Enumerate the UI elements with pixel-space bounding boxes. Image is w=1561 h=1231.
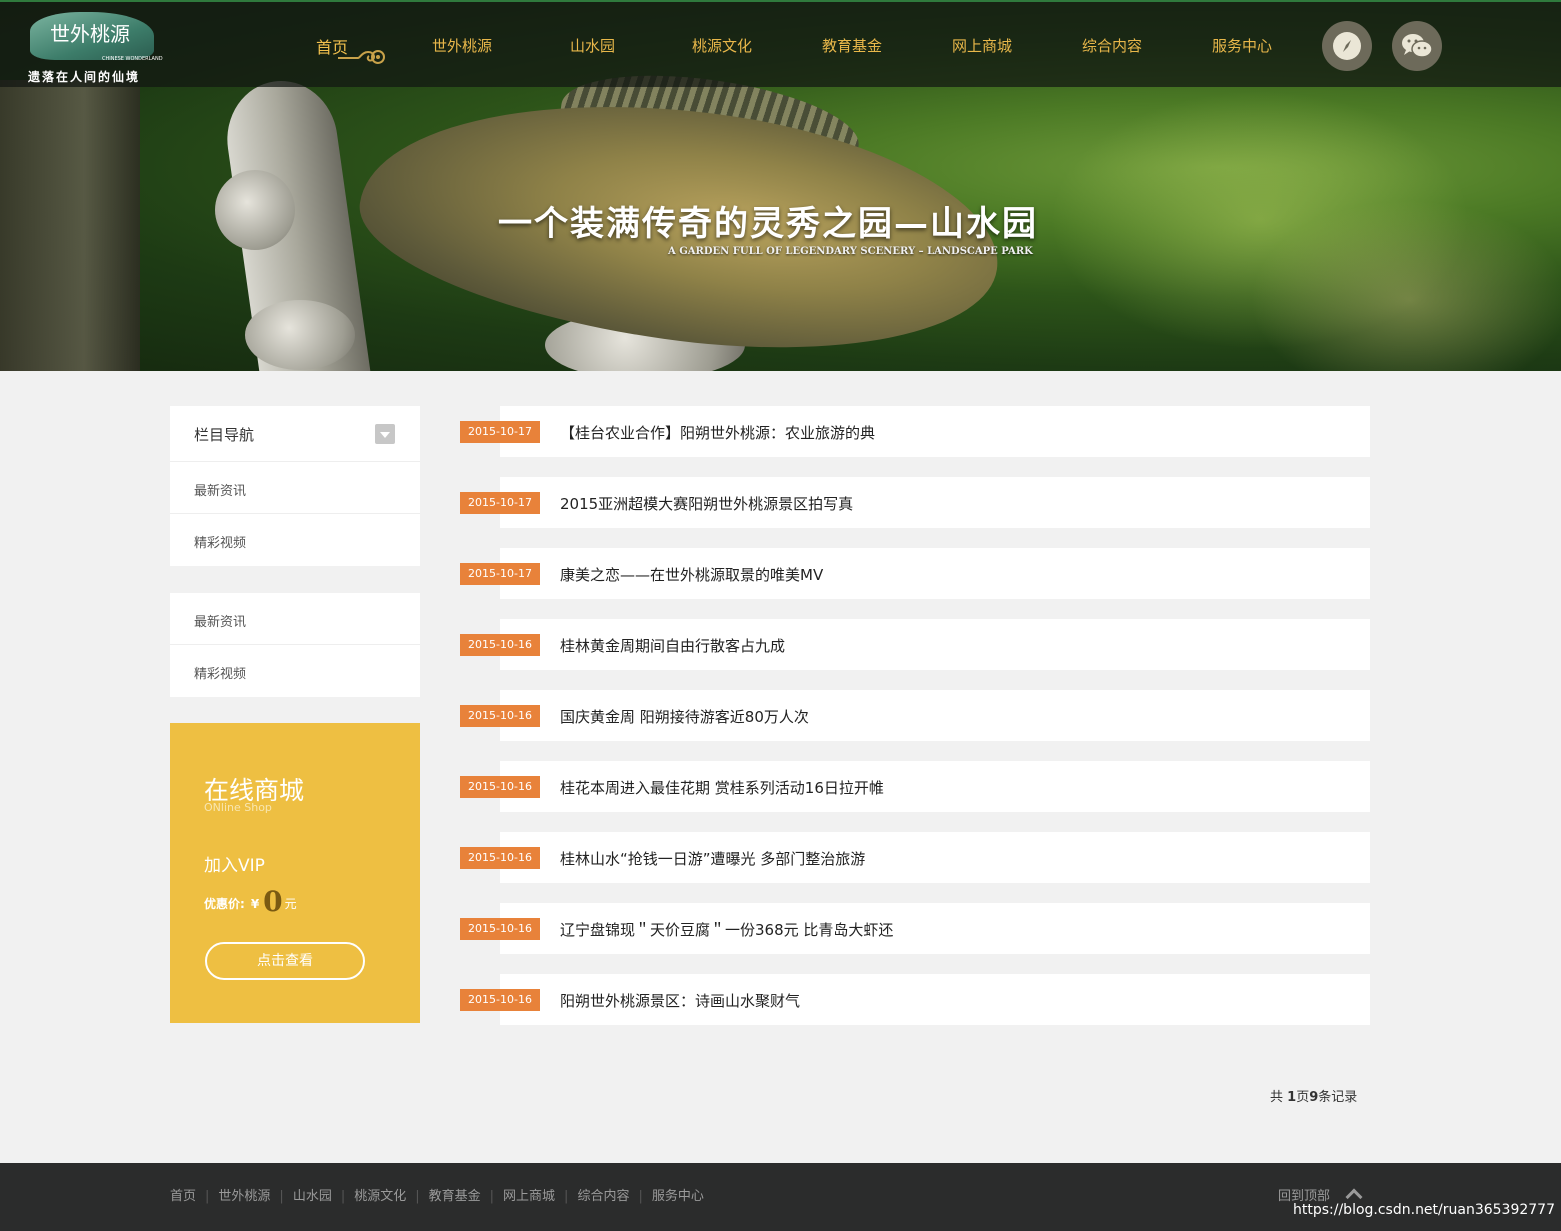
news-title-link[interactable]: 桂林黄金周期间自由行散客占九成 (560, 635, 785, 656)
secondary-navigation: 最新资讯 精彩视频 (170, 593, 420, 697)
news-item[interactable]: 2015-10-16 桂林黄金周期间自由行散客占九成 (460, 619, 1370, 670)
vip-label: 加入VIP (204, 856, 265, 876)
pager-page-count: 1 (1287, 1090, 1297, 1105)
news-title-link[interactable]: 桂花本周进入最佳花期 赏桂系列活动16日拉开帷 (560, 777, 884, 798)
logo-slogan: 遗落在人间的仙境 (28, 70, 141, 84)
price-line: 优惠价: ¥0 元 (204, 885, 297, 918)
news-item[interactable]: 2015-10-16 辽宁盘锦现＂天价豆腐＂一份368元 比青岛大虾还 (460, 903, 1370, 954)
news-date-badge: 2015-10-17 (460, 492, 540, 514)
news-date-badge: 2015-10-16 (460, 705, 540, 727)
sidebar-item-label: 精彩视频 (194, 667, 247, 682)
column-navigation-title: 栏目导航 (194, 426, 255, 444)
news-item[interactable]: 2015-10-17 康美之恋——在世外桃源取景的唯美MV (460, 548, 1370, 599)
nav-shiwaitaoyuan[interactable]: 世外桃源 (432, 35, 492, 56)
price-unit: 元 (284, 897, 297, 911)
pager-prefix: 共 (1270, 1090, 1288, 1105)
news-item[interactable]: 2015-10-16 桂花本周进入最佳花期 赏桂系列活动16日拉开帷 (460, 761, 1370, 812)
wechat-button[interactable] (1392, 21, 1442, 71)
shop-title-en: ONline Shop (204, 801, 272, 814)
sidebar-item-videos[interactable]: 精彩视频 (170, 514, 420, 566)
cloud-swirl-icon (338, 50, 385, 64)
news-item[interactable]: 2015-10-16 阳朔世外桃源景区：诗画山水聚财气 (460, 974, 1370, 1025)
sidebar-item-latest-news[interactable]: 最新资讯 (170, 462, 420, 514)
footer-link-online-mall[interactable]: 网上商城 (503, 1189, 555, 1204)
wechat-icon (1402, 34, 1433, 58)
footer-divider: | (564, 1189, 569, 1204)
chevron-down-icon[interactable] (375, 424, 395, 444)
sidebar-item-label: 最新资讯 (194, 484, 247, 499)
nav-service-center[interactable]: 服务中心 (1212, 35, 1272, 56)
footer-divider: | (279, 1189, 284, 1204)
url-watermark: https://blog.csdn.net/ruan365392777 (1293, 1202, 1556, 1218)
footer-divider: | (415, 1189, 420, 1204)
nav-taoyuan-culture[interactable]: 桃源文化 (692, 35, 752, 56)
news-date-badge: 2015-10-17 (460, 563, 540, 585)
news-title-link[interactable]: 康美之恋——在世外桃源取景的唯美MV (560, 564, 823, 585)
price-value: 0 (263, 885, 283, 918)
sidebar-item-label: 精彩视频 (194, 536, 247, 551)
pager-suffix: 条记录 (1318, 1090, 1358, 1105)
news-title-link[interactable]: 辽宁盘锦现＂天价豆腐＂一份368元 比青岛大虾还 (560, 919, 893, 940)
footer-links: 首页 | 世外桃源 | 山水园 | 桃源文化 | 教育基金 | 网上商城 | 综合内容 | 服务中心 (170, 1185, 704, 1204)
footer-link-home[interactable]: 首页 (170, 1189, 196, 1204)
compass-icon (1333, 32, 1361, 60)
news-title-link[interactable]: 国庆黄金周 阳朔接待游客近80万人次 (560, 706, 809, 727)
footer-link-service-center[interactable]: 服务中心 (652, 1189, 704, 1204)
news-title-link[interactable]: 桂林山水“抢钱一日游”遭曝光 多部门整治旅游 (560, 848, 865, 869)
news-title-link[interactable]: 【桂台农业合作】阳朔世外桃源：农业旅游的典 (560, 422, 875, 443)
banner-cloud-carving (245, 300, 355, 370)
footer-link-shanshuiyuan[interactable]: 山水园 (293, 1189, 332, 1204)
banner-cloud-carving (215, 170, 295, 250)
nav-education-fund[interactable]: 教育基金 (822, 35, 882, 56)
pagination-summary: 共 1页9条记录 (1270, 1086, 1357, 1105)
news-item[interactable]: 2015-10-17 【桂台农业合作】阳朔世外桃源：农业旅游的典 (460, 406, 1370, 457)
news-date-badge: 2015-10-16 (460, 847, 540, 869)
pager-record-count: 9 (1309, 1090, 1319, 1105)
footer-link-shiwaitaoyuan[interactable]: 世外桃源 (218, 1189, 270, 1204)
sidebar-item-videos[interactable]: 精彩视频 (170, 645, 420, 697)
nav-general-content[interactable]: 综合内容 (1082, 35, 1142, 56)
sidebar-item-latest-news[interactable]: 最新资讯 (170, 593, 420, 645)
footer-link-culture[interactable]: 桃源文化 (354, 1189, 406, 1204)
logo-name: 世外桃源 (50, 22, 130, 46)
compass-button[interactable] (1322, 21, 1372, 71)
pager-mid: 页 (1296, 1090, 1310, 1105)
logo-name-en: CHINESE WONDERLAND (102, 56, 163, 62)
news-item[interactable]: 2015-10-17 2015亚洲超模大赛阳朔世外桃源景区拍写真 (460, 477, 1370, 528)
view-details-button[interactable]: 点击查看 (205, 942, 365, 980)
nav-online-mall[interactable]: 网上商城 (952, 35, 1012, 56)
footer-divider: | (489, 1189, 495, 1204)
news-title-link[interactable]: 阳朔世外桃源景区：诗画山水聚财气 (560, 990, 800, 1011)
banner-subtitle: A GARDEN FULL OF LEGENDARY SCENERY – LAN… (668, 246, 1033, 257)
column-navigation-header[interactable]: 栏目导航 (170, 406, 420, 462)
column-navigation: 栏目导航 最新资讯 精彩视频 (170, 406, 420, 566)
online-shop-promo: 在线商城 ONline Shop 加入VIP 优惠价: ¥0 元 点击查看 (170, 723, 420, 1023)
banner-title: 一个装满传奇的灵秀之园—山水园 (498, 204, 1038, 244)
news-date-badge: 2015-10-16 (460, 634, 540, 656)
footer: 首页 | 世外桃源 | 山水园 | 桃源文化 | 教育基金 | 网上商城 | 综合内容 | 服务中心 回到顶… (0, 1163, 1561, 1231)
news-date-badge: 2015-10-16 (460, 776, 540, 798)
news-date-badge: 2015-10-16 (460, 989, 540, 1011)
site-logo[interactable]: 世外桃源 CHINESE WONDERLAND 遗落在人间的仙境 (26, 8, 166, 88)
top-navigation-bar: 世外桃源 CHINESE WONDERLAND 遗落在人间的仙境 首页 世外桃源… (0, 0, 1561, 87)
footer-link-general-content[interactable]: 综合内容 (577, 1189, 629, 1204)
footer-divider: | (205, 1189, 210, 1204)
news-date-badge: 2015-10-16 (460, 918, 540, 940)
footer-link-education-fund[interactable]: 教育基金 (429, 1189, 481, 1204)
footer-divider: | (340, 1189, 346, 1204)
news-title-link[interactable]: 2015亚洲超模大赛阳朔世外桃源景区拍写真 (560, 493, 853, 514)
price-label: 优惠价: (204, 897, 245, 911)
footer-divider: | (638, 1189, 643, 1204)
news-item[interactable]: 2015-10-16 国庆黄金周 阳朔接待游客近80万人次 (460, 690, 1370, 741)
news-item[interactable]: 2015-10-16 桂林山水“抢钱一日游”遭曝光 多部门整治旅游 (460, 832, 1370, 883)
banner-stone-decoration (0, 80, 140, 371)
currency-symbol: ¥ (250, 897, 260, 911)
news-date-badge: 2015-10-17 (460, 421, 540, 443)
sidebar-item-label: 最新资讯 (194, 615, 247, 630)
nav-shanshuiyuan[interactable]: 山水园 (570, 35, 615, 56)
